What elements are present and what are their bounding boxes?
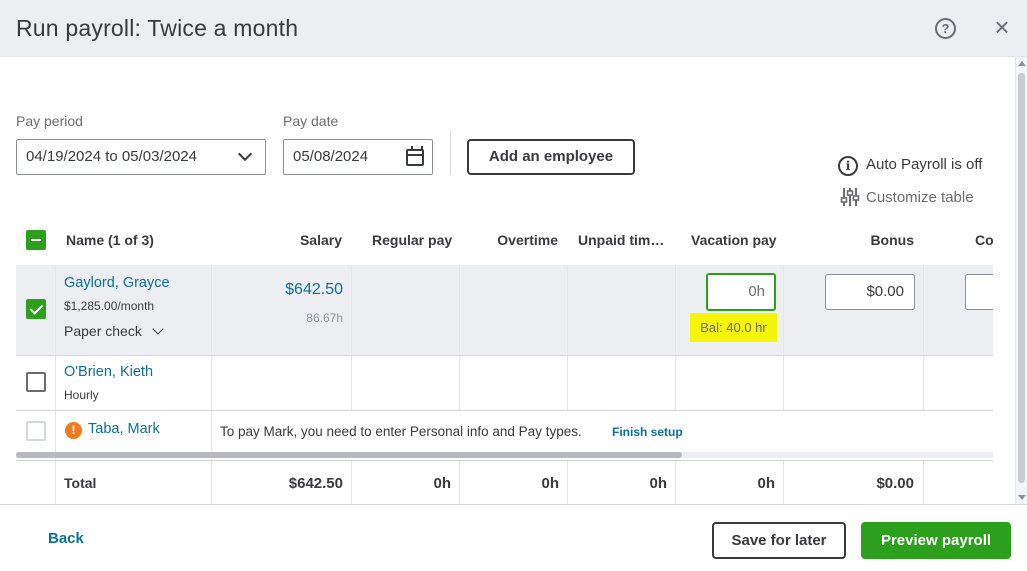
customize-table-label: Customize table [866, 189, 974, 206]
column-header-overtime[interactable]: Overtime [456, 232, 558, 248]
row-checkbox-obrien[interactable] [26, 372, 46, 392]
column-header-unpaid-time[interactable]: Unpaid tim… [578, 232, 664, 248]
pay-date-input[interactable]: 05/08/2024 [283, 139, 433, 175]
column-header-co[interactable]: Co [975, 232, 993, 248]
payment-method-value: Paper check [64, 323, 142, 339]
column-divider [55, 265, 56, 504]
column-header-salary[interactable]: Salary [242, 232, 342, 248]
dialog-header: Run payroll: Twice a month ? × [0, 0, 1027, 57]
pay-date-label: Pay date [283, 113, 339, 129]
column-divider [923, 460, 924, 504]
total-vacation-pay: 0h [757, 475, 775, 492]
warning-icon: ! [65, 422, 82, 439]
dialog-footer: Back Save for later Preview payroll [0, 504, 1027, 571]
row-checkbox-gaylord[interactable] [26, 299, 46, 319]
payroll-table: Name (1 of 3) Salary Regular pay Overtim… [16, 210, 993, 504]
column-divider [459, 460, 460, 504]
employee-rate: $1,285.00/month [64, 299, 155, 313]
dialog-title: Run payroll: Twice a month [16, 15, 299, 41]
pay-date-value: 05/08/2024 [293, 148, 369, 165]
total-label: Total [64, 475, 97, 491]
employee-name-gaylord[interactable]: Gaylord, Grayce [64, 275, 170, 291]
horizontal-scrollbar[interactable] [16, 452, 993, 458]
salary-amount-link[interactable]: $642.50 [242, 281, 343, 299]
vertical-scrollbar[interactable] [1015, 57, 1027, 504]
column-divider [567, 460, 568, 504]
auto-payroll-status[interactable]: Auto Payroll is off [866, 156, 982, 173]
column-header-regular-pay[interactable]: Regular pay [372, 232, 452, 248]
column-divider [459, 265, 460, 410]
payment-method-dropdown[interactable]: Paper check [64, 323, 164, 339]
select-all-checkbox[interactable] [26, 230, 46, 250]
finish-setup-link[interactable]: Finish setup [612, 425, 683, 439]
sliders-icon [840, 188, 860, 206]
column-divider [675, 460, 676, 504]
vacation-pay-input[interactable]: 0h [706, 273, 776, 311]
column-divider [351, 265, 352, 410]
calendar-icon[interactable] [406, 146, 424, 166]
scroll-down-icon[interactable] [1018, 495, 1026, 500]
total-unpaid-time: 0h [649, 475, 667, 492]
pay-period-value: 04/19/2024 to 05/03/2024 [26, 148, 197, 165]
bonus-input[interactable]: $0.00 [825, 274, 915, 310]
total-bonus: $0.00 [876, 475, 914, 492]
employee-name-taba[interactable]: Taba, Mark [88, 421, 160, 437]
add-employee-button[interactable]: Add an employee [467, 139, 635, 175]
save-for-later-button[interactable]: Save for later [712, 522, 846, 559]
vacation-balance: Bal: 40.0 hr [690, 313, 777, 342]
column-divider [675, 265, 676, 410]
horizontal-scrollbar-thumb[interactable] [16, 452, 682, 458]
salary-hours: 86.67h [306, 311, 343, 325]
pay-period-select[interactable]: 04/19/2024 to 05/03/2024 [16, 139, 266, 175]
preview-payroll-button[interactable]: Preview payroll [861, 522, 1011, 559]
row-divider [16, 460, 993, 461]
row-divider [16, 410, 993, 411]
close-icon[interactable]: × [990, 14, 1014, 40]
setup-message: To pay Mark, you need to enter Personal … [220, 424, 582, 439]
column-header-name[interactable]: Name (1 of 3) [66, 232, 154, 248]
scrollbar-thumb[interactable] [1018, 73, 1025, 483]
total-overtime: 0h [541, 475, 559, 492]
total-regular-pay: 0h [433, 475, 451, 492]
info-icon: i [838, 156, 858, 176]
help-icon[interactable]: ? [935, 18, 956, 39]
row-checkbox-taba[interactable] [26, 421, 46, 441]
row-divider [16, 355, 993, 356]
column-header-vacation-pay[interactable]: Vacation pay [691, 232, 777, 248]
column-divider [567, 265, 568, 410]
employee-rate: Hourly [64, 388, 99, 402]
total-salary: $642.50 [288, 475, 343, 492]
pay-period-label: Pay period [16, 113, 83, 129]
column-divider [783, 460, 784, 504]
employee-name-obrien[interactable]: O'Brien, Kieth [64, 364, 153, 380]
column-header-bonus[interactable]: Bonus [814, 232, 914, 248]
commission-input[interactable] [965, 274, 993, 310]
column-divider [783, 265, 784, 410]
column-divider [211, 265, 212, 504]
column-divider [923, 265, 924, 410]
column-divider [351, 460, 352, 504]
chevron-down-icon [237, 146, 253, 162]
scroll-up-icon[interactable] [1018, 61, 1026, 66]
controls-divider [450, 131, 451, 175]
back-button[interactable]: Back [48, 530, 84, 547]
